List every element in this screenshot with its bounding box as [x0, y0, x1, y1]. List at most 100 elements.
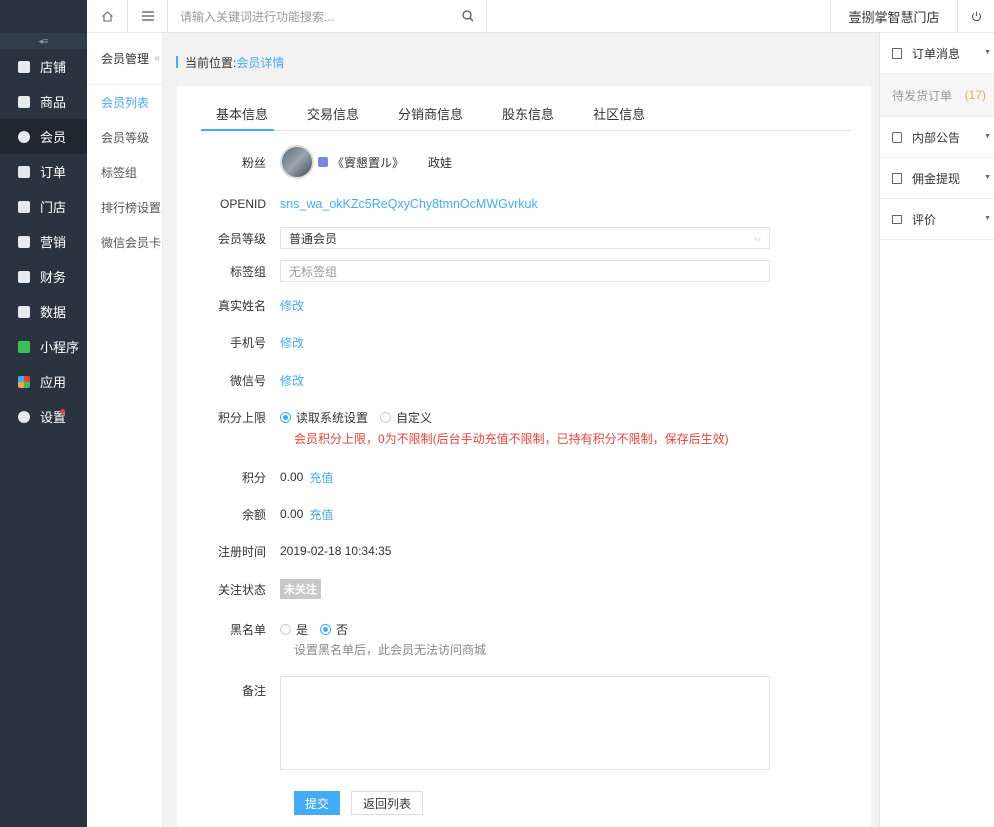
realname-row: 真实姓名 修改: [177, 295, 304, 315]
points-recharge-link[interactable]: 充值: [309, 469, 333, 486]
subnav-item-2[interactable]: 标签组: [87, 155, 162, 190]
detail-tabs: 基本信息 交易信息 分销商信息 股东信息 社区信息: [201, 101, 851, 131]
tab-2[interactable]: 分销商信息: [383, 101, 469, 131]
search-icon[interactable]: [462, 10, 474, 22]
follow-label: 关注状态: [217, 582, 266, 597]
caret-down-icon: ▼: [984, 215, 991, 222]
home-button[interactable]: [87, 0, 128, 33]
tab-1[interactable]: 交易信息: [292, 101, 365, 131]
balance-value: 0.00: [280, 507, 304, 521]
store-icon: [18, 60, 30, 73]
subnav-item-1[interactable]: 会员等级: [87, 120, 162, 155]
pending-ship-item[interactable]: 待发货订单 (17): [880, 74, 994, 117]
tab-3[interactable]: 股东信息: [487, 101, 560, 131]
blacklist-yes-radio[interactable]: 是: [280, 621, 308, 638]
sidebar-item-3[interactable]: 订单: [0, 154, 87, 189]
sidebar-item-label: 商品: [40, 95, 67, 110]
pending-ship-label: 待发货订单: [892, 88, 953, 103]
tab-0[interactable]: 基本信息: [201, 101, 275, 131]
caret-down-icon: ▼: [984, 49, 991, 56]
sub-navigation: 会员管理 « 会员列表 会员等级 标签组 排行榜设置 微信会员卡: [87, 33, 163, 827]
balance-row: 余额 0.00 充值: [177, 504, 333, 524]
subnav-item-3[interactable]: 排行榜设置: [87, 190, 162, 225]
points-limit-custom-label: 自定义: [396, 410, 433, 425]
miniprogram-icon: [18, 340, 30, 353]
tag-input[interactable]: 无标签组: [280, 260, 770, 282]
breadcrumb-marker: [176, 56, 178, 68]
commission-label: 佣金提现: [912, 171, 961, 186]
sidebar-item-1[interactable]: 商品: [0, 84, 87, 119]
caret-down-icon: ▼: [984, 174, 991, 181]
submit-button[interactable]: 提交: [294, 791, 341, 815]
points-row: 积分 0.00 充值: [177, 467, 333, 487]
tab-4[interactable]: 社区信息: [578, 101, 651, 131]
sidebar-item-6[interactable]: 财务: [0, 259, 87, 294]
points-limit-custom-radio[interactable]: 自定义: [380, 409, 432, 426]
member-icon: [18, 130, 30, 143]
blacklist-no-radio[interactable]: 否: [320, 621, 348, 638]
hamburger-icon: [141, 11, 154, 21]
double-chevron-left-icon[interactable]: «: [154, 53, 160, 64]
sidebar-collapse-icon[interactable]: ◂≡: [0, 33, 87, 49]
back-to-list-button[interactable]: 返回列表: [351, 791, 424, 815]
goods-icon: [18, 95, 30, 108]
gift-icon: [18, 235, 30, 248]
openid-row: OPENID sns_wa_okKZc5ReQxyChy8tmnOcMWGvrk…: [177, 194, 538, 214]
sidebar-item-8[interactable]: 小程序: [0, 329, 87, 364]
points-limit-system-label: 读取系统设置: [296, 410, 369, 425]
realname-edit-link[interactable]: 修改: [280, 297, 304, 314]
store-name[interactable]: 壹捌掌智慧门店: [831, 0, 958, 33]
tag-label: 标签组: [229, 264, 266, 279]
notification-dot: [60, 409, 65, 414]
balance-recharge-link[interactable]: 充值: [309, 506, 333, 523]
remark-textarea[interactable]: [280, 676, 770, 770]
sidebar-item-2[interactable]: 会员: [0, 119, 87, 154]
sidebar-item-9[interactable]: 应用: [0, 364, 87, 399]
withdraw-icon: [892, 172, 902, 184]
search-input[interactable]: 请输入关键词进行功能搜索...: [180, 8, 334, 25]
member-detail-panel: 基本信息 交易信息 分销商信息 股东信息 社区信息 粉丝 《賨懇置ル》 政娃 OPENI…: [177, 86, 871, 827]
order-messages-header[interactable]: 订单消息 ▼: [880, 33, 994, 74]
sidebar-item-4[interactable]: 门店: [0, 189, 87, 224]
wechat-edit-link[interactable]: 修改: [280, 372, 304, 389]
blacklist-help-row: 设置黑名单后，此会员无法访问商城: [294, 640, 486, 658]
sidebar-item-5[interactable]: 营销: [0, 224, 87, 259]
fans-name: 政娃: [428, 155, 453, 170]
logout-button[interactable]: [958, 0, 994, 33]
money-bag-icon: [18, 270, 30, 283]
review-label: 评价: [912, 212, 937, 227]
mobile-edit-link[interactable]: 修改: [280, 334, 304, 351]
review-header[interactable]: 评价 ▼: [880, 199, 994, 240]
notice-header[interactable]: 内部公告 ▼: [880, 117, 994, 158]
shop-icon: [18, 200, 30, 213]
sidebar-item-label: 应用: [40, 375, 67, 390]
sidebar-item-7[interactable]: 数据: [0, 294, 87, 329]
subnav-item-0[interactable]: 会员列表: [87, 85, 162, 120]
pending-ship-count: (17): [964, 88, 986, 102]
power-icon: [971, 11, 981, 21]
points-limit-system-radio[interactable]: 读取系统设置: [280, 409, 368, 426]
commission-header[interactable]: 佣金提现 ▼: [880, 158, 994, 199]
blacklist-help-text: 设置黑名单后，此会员无法访问商城: [294, 642, 487, 657]
order-icon: [18, 165, 30, 178]
follow-row: 关注状态 未关注: [177, 579, 321, 599]
points-warning-row: 会员积分上限，0为不限制(后台手动充值不限制，已持有积分不限制，保存后生效): [294, 429, 729, 447]
openid-value: sns_wa_okKZc5ReQxyChy8tmnOcMWGvrkuk: [280, 197, 538, 211]
sidebar-item-10[interactable]: 设置: [0, 399, 87, 434]
menu-toggle-button[interactable]: [128, 0, 168, 33]
level-select[interactable]: 普通会员 ⌵: [280, 227, 770, 249]
fans-nickname: 《賨懇置ル》: [332, 155, 405, 170]
chevron-down-icon: ⌵: [754, 232, 761, 243]
wechat-badge-icon: [318, 157, 328, 167]
points-limit-row: 积分上限 读取系统设置 自定义: [177, 407, 444, 427]
subnav-item-4[interactable]: 微信会员卡: [87, 225, 162, 260]
sidebar-item-0[interactable]: 店铺: [0, 49, 87, 84]
clipboard-icon: [892, 47, 902, 59]
breadcrumb-current[interactable]: 会员详情: [236, 54, 284, 71]
follow-status-badge: 未关注: [280, 579, 321, 599]
notice-label: 内部公告: [912, 130, 961, 145]
gear-icon: [18, 410, 30, 423]
points-label: 积分: [241, 470, 266, 485]
search-box[interactable]: 请输入关键词进行功能搜索...: [168, 0, 487, 33]
wechat-row: 微信号 修改: [177, 370, 304, 390]
